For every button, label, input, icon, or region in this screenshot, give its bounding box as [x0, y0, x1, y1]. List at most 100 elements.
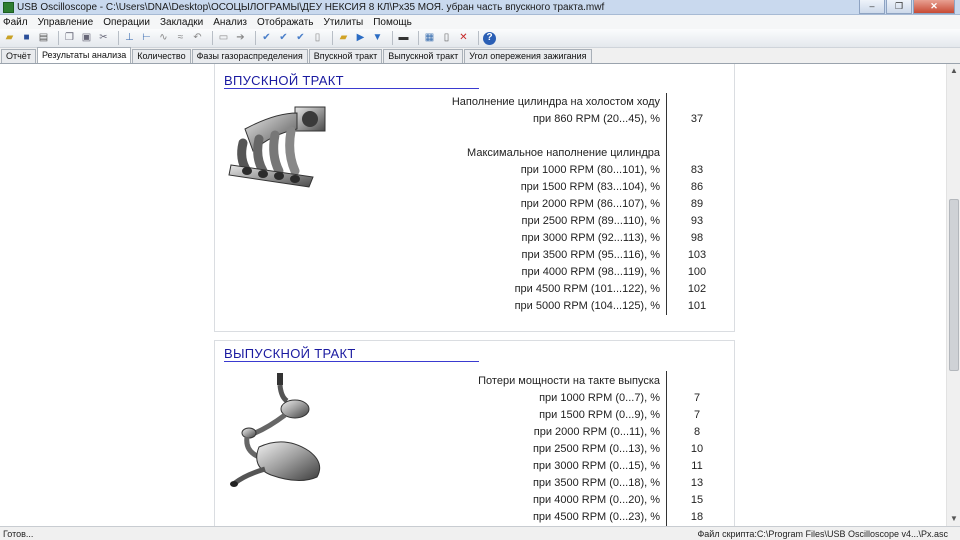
toolbar: ▰ ■ ▤ ❐ ▣ ✂ ⊥ ⊢ ∿ ≈ ↶ ▭ ➔ ✔ ✔ ✔ ▯ ▰ ▶ ▼ …	[0, 29, 960, 48]
intake-idle-header: Наполнение цилиндра на холостом ходу	[451, 96, 660, 108]
signal-icon[interactable]: ∿	[157, 32, 170, 45]
menu-view[interactable]: Отображать	[257, 17, 313, 28]
menu-bookmarks[interactable]: Закладки	[160, 17, 203, 28]
check-alt-icon[interactable]: ✔	[294, 32, 307, 45]
tab-valve-timing[interactable]: Фазы газораспределения	[191, 49, 308, 63]
exhaust-value: 7	[693, 409, 701, 421]
tab-exhaust[interactable]: Выпускной тракт	[383, 49, 464, 63]
exhaust-title-underline	[224, 361, 479, 362]
comment-icon[interactable]: ▭	[217, 32, 230, 45]
cut-icon[interactable]: ✂	[97, 32, 110, 45]
status-text: Готов...	[3, 529, 34, 539]
window-title: USB Oscilloscope - C:\Users\DNA\Desktop\…	[17, 1, 605, 13]
intake-idle-value: 37	[690, 113, 704, 125]
intake-manifold-image	[228, 106, 326, 188]
intake-title: ВПУСКНОЙ ТРАКТ	[224, 73, 344, 88]
exhaust-value: 7	[693, 392, 701, 404]
exhaust-row: при 4000 RPM (0...20), %	[532, 494, 660, 506]
intake-max-row: при 3000 RPM (92...113), %	[521, 232, 660, 244]
exhaust-row: при 2500 RPM (0...13), %	[532, 443, 660, 455]
tab-report[interactable]: Отчёт	[1, 49, 36, 63]
print-icon[interactable]: ▤	[37, 32, 50, 45]
intake-idle-row: при 860 RPM (20...45), %	[532, 113, 660, 125]
app-icon	[3, 1, 14, 13]
intake-value-divider	[666, 93, 667, 315]
toolbar-separator	[478, 31, 479, 45]
check-double-icon[interactable]: ✔	[277, 32, 290, 45]
play-icon[interactable]: ▶	[354, 32, 367, 45]
tab-analysis-results[interactable]: Результаты анализа	[36, 47, 132, 63]
menu-utilities[interactable]: Утилиты	[324, 17, 364, 28]
scroll-down-icon[interactable]: ▼	[947, 512, 960, 526]
menu-control[interactable]: Управление	[38, 17, 94, 28]
intake-max-value: 93	[690, 215, 704, 227]
toolbar-separator	[392, 31, 393, 45]
cursor-icon[interactable]: ⊥	[123, 32, 136, 45]
folder-icon[interactable]: ▰	[337, 32, 350, 45]
menu-operations[interactable]: Операции	[103, 17, 150, 28]
exhaust-row: при 1500 RPM (0...9), %	[539, 409, 660, 421]
paste-icon[interactable]: ▣	[80, 32, 93, 45]
undo-icon[interactable]: ↶	[191, 32, 204, 45]
status-bar: Готов... Файл скрипта:C:\Program Files\U…	[0, 526, 960, 540]
intake-max-value: 89	[690, 198, 704, 210]
intake-max-header: Максимальное наполнение цилиндра	[467, 147, 660, 159]
tab-ignition-timing[interactable]: Угол опережения зажигания	[464, 49, 592, 63]
page-icon[interactable]: ▯	[440, 32, 453, 45]
help-icon[interactable]: ?	[483, 31, 496, 45]
toolbar-separator	[118, 31, 119, 45]
delete-icon[interactable]: ✕	[457, 32, 470, 45]
exhaust-row: при 2000 RPM (0...11), %	[533, 426, 660, 438]
close-button[interactable]: ✕	[913, 0, 955, 14]
exhaust-row: при 1000 RPM (0...7), %	[539, 392, 660, 404]
intake-max-value: 103	[687, 249, 707, 261]
marker-icon[interactable]: ⊢	[140, 32, 153, 45]
toolbar-separator	[332, 31, 333, 45]
minimize-button[interactable]: –	[859, 0, 885, 14]
exhaust-title: ВЫПУСКНОЙ ТРАКТ	[224, 346, 356, 361]
scroll-up-icon[interactable]: ▲	[947, 64, 960, 78]
intake-max-row: при 1000 RPM (80...101), %	[520, 164, 660, 176]
exhaust-row: при 4500 RPM (0...23), %	[532, 511, 660, 523]
intake-max-row: при 5000 RPM (104...125), %	[514, 300, 660, 312]
scrollbar-thumb[interactable]	[949, 199, 959, 371]
intake-title-underline	[224, 88, 479, 89]
exhaust-panel: ВЫПУСКНОЙ ТРАКТ Потери мощности на такте…	[214, 340, 735, 526]
intake-max-value: 98	[690, 232, 704, 244]
menu-analysis[interactable]: Анализ	[213, 17, 247, 28]
signal-alt-icon[interactable]: ≈	[174, 32, 187, 45]
intake-max-row: при 2500 RPM (89...110), %	[521, 215, 660, 227]
tab-quantity[interactable]: Количество	[132, 49, 191, 63]
exhaust-value-divider	[666, 371, 667, 526]
chart-icon[interactable]: ▦	[423, 32, 436, 45]
display-mode-icon[interactable]: ▬	[397, 32, 410, 45]
intake-max-value: 100	[687, 266, 707, 278]
record-icon[interactable]: ▼	[371, 32, 384, 45]
toolbar-separator	[418, 31, 419, 45]
save-icon[interactable]: ■	[20, 32, 33, 45]
exhaust-muffler-image	[230, 373, 321, 487]
intake-max-value: 101	[687, 300, 707, 312]
check-icon[interactable]: ✔	[260, 32, 273, 45]
window-controls: – ❐ ✕	[859, 0, 955, 14]
exhaust-value: 18	[690, 511, 704, 523]
tab-strip: Отчёт Результаты анализа Количество Фазы…	[0, 47, 960, 64]
exhaust-value: 13	[690, 477, 704, 489]
menu-bar: Файл Управление Операции Закладки Анализ…	[0, 15, 960, 29]
copy-icon[interactable]: ❐	[63, 32, 76, 45]
intake-max-row: при 2000 RPM (86...107), %	[520, 198, 660, 210]
open-folder-icon[interactable]: ▰	[3, 32, 16, 45]
tab-intake[interactable]: Впускной тракт	[308, 49, 383, 63]
document-icon[interactable]: ▯	[311, 32, 324, 45]
maximize-button[interactable]: ❐	[886, 0, 912, 14]
toolbar-separator	[255, 31, 256, 45]
menu-help[interactable]: Помощь	[373, 17, 412, 28]
report-content: ВПУСКНОЙ ТРАКТ Наполнение цилиндра на хо…	[0, 64, 946, 526]
vertical-scrollbar[interactable]: ▲ ▼	[946, 64, 960, 526]
exhaust-value: 8	[693, 426, 701, 438]
intake-max-row: при 4500 RPM (101...122), %	[514, 283, 660, 295]
exhaust-value: 15	[690, 494, 704, 506]
arrow-icon[interactable]: ➔	[234, 32, 247, 45]
menu-file[interactable]: Файл	[3, 17, 28, 28]
intake-max-row: при 4000 RPM (98...119), %	[521, 266, 660, 278]
